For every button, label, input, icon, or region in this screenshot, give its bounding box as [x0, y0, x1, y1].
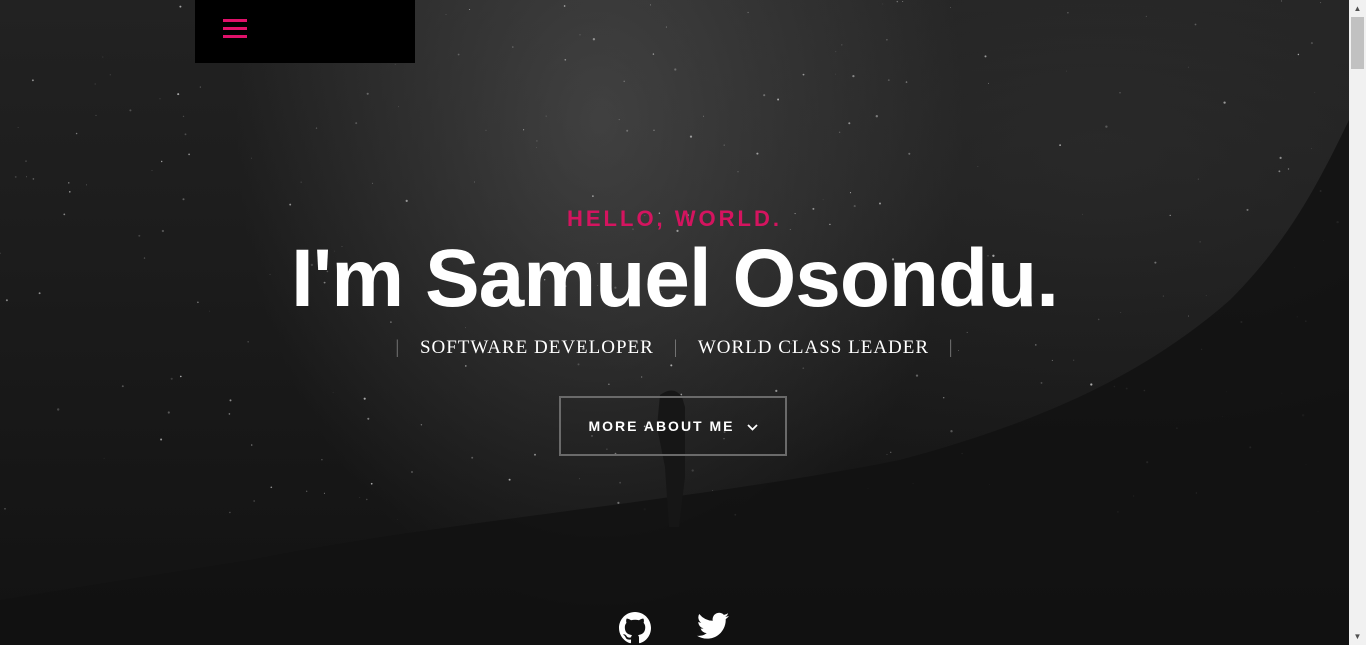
more-about-me-label: MORE ABOUT ME — [588, 418, 735, 434]
more-about-me-button[interactable]: MORE ABOUT ME — [559, 396, 787, 456]
role-software-developer: SOFTWARE DEVELOPER — [419, 337, 654, 358]
scroll-up-arrow-icon[interactable]: ▲ — [1349, 0, 1366, 17]
twitter-icon[interactable] — [697, 612, 729, 644]
chevron-down-icon — [746, 419, 758, 434]
hero-section: HELLO, WORLD. I'm Samuel Osondu. | SOFTW… — [0, 0, 1349, 645]
role-separator: | — [948, 337, 954, 358]
role-world-class-leader: WORLD CLASS LEADER — [697, 337, 930, 358]
hero-title: I'm Samuel Osondu. — [291, 233, 1059, 324]
scrollbar-thumb[interactable] — [1351, 17, 1364, 69]
hero-greeting: HELLO, WORLD. — [567, 206, 782, 231]
role-separator: | — [395, 337, 401, 358]
scroll-down-arrow-icon[interactable]: ▼ — [1349, 628, 1366, 645]
role-separator: | — [673, 337, 679, 358]
vertical-scrollbar[interactable]: ▲ ▼ — [1349, 0, 1366, 645]
hero-roles: | SOFTWARE DEVELOPER | WORLD CLASS LEADE… — [0, 337, 1349, 359]
github-icon[interactable] — [619, 612, 651, 644]
